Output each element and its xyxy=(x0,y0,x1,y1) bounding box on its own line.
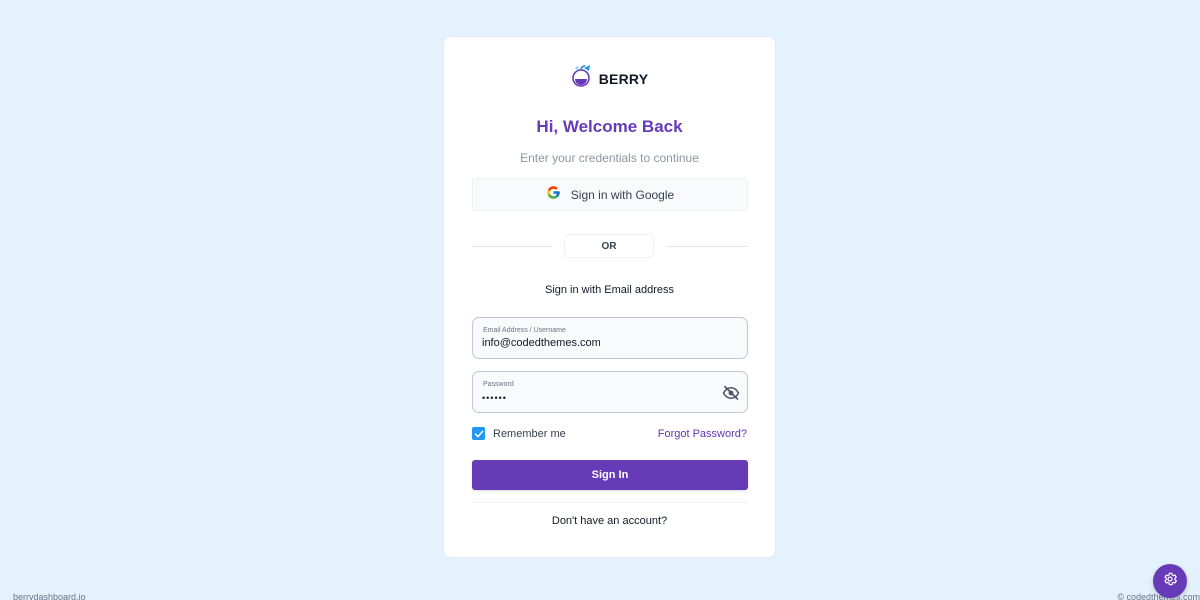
email-signin-heading: Sign in with Email address xyxy=(544,284,674,296)
brand-logo[interactable]: BERRY xyxy=(444,64,775,93)
bottom-divider xyxy=(472,502,748,503)
page-subtitle: Enter your credentials to continue xyxy=(520,151,699,165)
eye-off-icon[interactable] xyxy=(722,384,740,402)
page: BERRY Hi, Welcome Back Enter your creden… xyxy=(0,0,1200,600)
google-signin-button[interactable]: Sign in with Google xyxy=(472,178,748,211)
settings-button[interactable] xyxy=(1153,564,1187,598)
gear-icon xyxy=(1162,571,1178,592)
login-card: BERRY Hi, Welcome Back Enter your creden… xyxy=(443,36,776,558)
berry-logo-icon xyxy=(571,64,593,93)
forgot-password-link[interactable]: Forgot Password? xyxy=(658,428,747,440)
divider-line-left xyxy=(472,246,552,247)
remember-me-checkbox[interactable]: Remember me xyxy=(472,427,566,440)
or-divider: OR xyxy=(472,234,748,260)
remember-me-label: Remember me xyxy=(493,427,566,440)
google-signin-label: Sign in with Google xyxy=(570,187,675,202)
page-title: Hi, Welcome Back xyxy=(536,117,683,136)
password-field[interactable]: Password •••••• xyxy=(472,371,748,413)
email-field-label: Email Address / Username xyxy=(483,327,566,334)
google-icon xyxy=(546,185,561,205)
checkbox-checked-icon[interactable] xyxy=(472,427,485,440)
email-input[interactable] xyxy=(482,337,712,349)
password-field-label: Password xyxy=(483,381,514,388)
sign-in-button[interactable]: Sign In xyxy=(472,460,748,490)
footer-site-link[interactable]: berrydashboard.io xyxy=(13,592,86,600)
divider-line-right xyxy=(666,246,748,247)
brand-name: BERRY xyxy=(598,70,649,87)
or-chip: OR xyxy=(564,234,654,258)
register-link[interactable]: Don't have an account? xyxy=(444,515,775,527)
password-input[interactable]: •••••• xyxy=(482,393,712,403)
email-field[interactable]: Email Address / Username xyxy=(472,317,748,359)
